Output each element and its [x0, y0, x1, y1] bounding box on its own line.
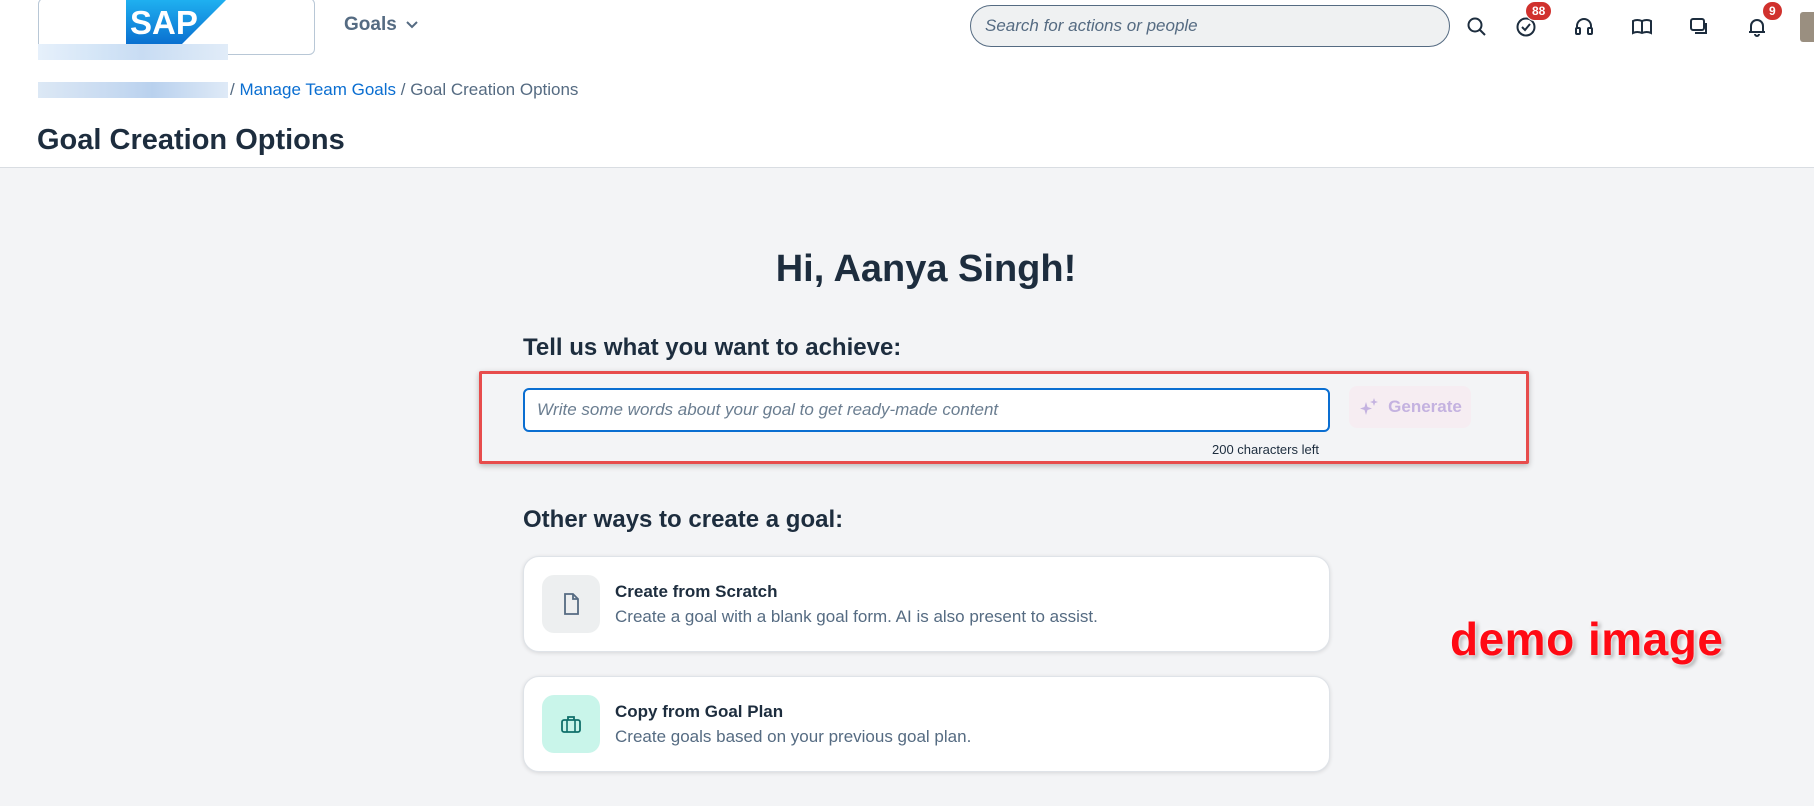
sap-logo[interactable]: SAP	[126, 0, 226, 44]
generate-button[interactable]: Generate	[1349, 386, 1471, 428]
global-search-input[interactable]	[985, 16, 1435, 36]
svg-text:SAP: SAP	[130, 4, 198, 41]
app-menu-goals[interactable]: Goals	[344, 14, 419, 36]
notifications-badge: 9	[1762, 1, 1783, 21]
app-menu-label: Goals	[344, 14, 397, 35]
global-search-field[interactable]	[970, 5, 1450, 47]
option-description: Create a goal with a blank goal form. AI…	[615, 607, 1098, 626]
breadcrumb-current: Goal Creation Options	[410, 80, 579, 99]
chevron-down-icon	[406, 21, 418, 29]
greeting-heading: Hi, Aanya Singh!	[775, 248, 1077, 290]
prompt-label: Tell us what you want to achieve:	[523, 334, 902, 361]
notifications-icon[interactable]: 9	[1742, 1, 1783, 42]
goal-prompt-field[interactable]	[523, 388, 1330, 432]
shell-header: SAP Goals 88 9 / Manage Team Goals / Goa…	[0, 0, 1814, 168]
character-counter: 200 characters left	[1212, 442, 1319, 457]
support-icon[interactable]	[1569, 12, 1599, 42]
avatar[interactable]	[1800, 12, 1814, 42]
option-copy-from-goal-plan[interactable]: Copy from Goal Plan Create goals based o…	[523, 676, 1330, 772]
breadcrumb-link-manage-team-goals[interactable]: Manage Team Goals	[239, 80, 396, 100]
option-description: Create goals based on your previous goal…	[615, 727, 972, 746]
sparkle-icon	[1360, 398, 1379, 415]
option-create-from-scratch[interactable]: Create from Scratch Create a goal with a…	[523, 556, 1330, 652]
breadcrumb: / Manage Team Goals / Goal Creation Opti…	[38, 80, 578, 100]
learning-icon[interactable]	[1627, 12, 1657, 42]
briefcase-icon	[542, 695, 600, 753]
option-title: Create from Scratch	[615, 582, 778, 601]
page-title: Goal Creation Options	[37, 124, 345, 156]
feedback-icon[interactable]	[1684, 12, 1714, 42]
demo-watermark: demo image	[1450, 613, 1724, 665]
tasks-icon[interactable]: 88	[1511, 1, 1553, 42]
option-title: Copy from Goal Plan	[615, 702, 784, 721]
other-ways-label: Other ways to create a goal:	[523, 506, 844, 533]
breadcrumb-separator: /	[230, 80, 235, 99]
redacted-breadcrumb-item[interactable]	[38, 82, 228, 98]
tasks-badge: 88	[1525, 1, 1553, 21]
search-icon[interactable]	[1462, 12, 1492, 42]
redacted-company-name	[38, 44, 228, 60]
generate-label: Generate	[1388, 397, 1462, 416]
document-icon	[542, 575, 600, 633]
goal-prompt-input[interactable]	[537, 400, 1316, 420]
breadcrumb-separator: /	[400, 80, 406, 99]
